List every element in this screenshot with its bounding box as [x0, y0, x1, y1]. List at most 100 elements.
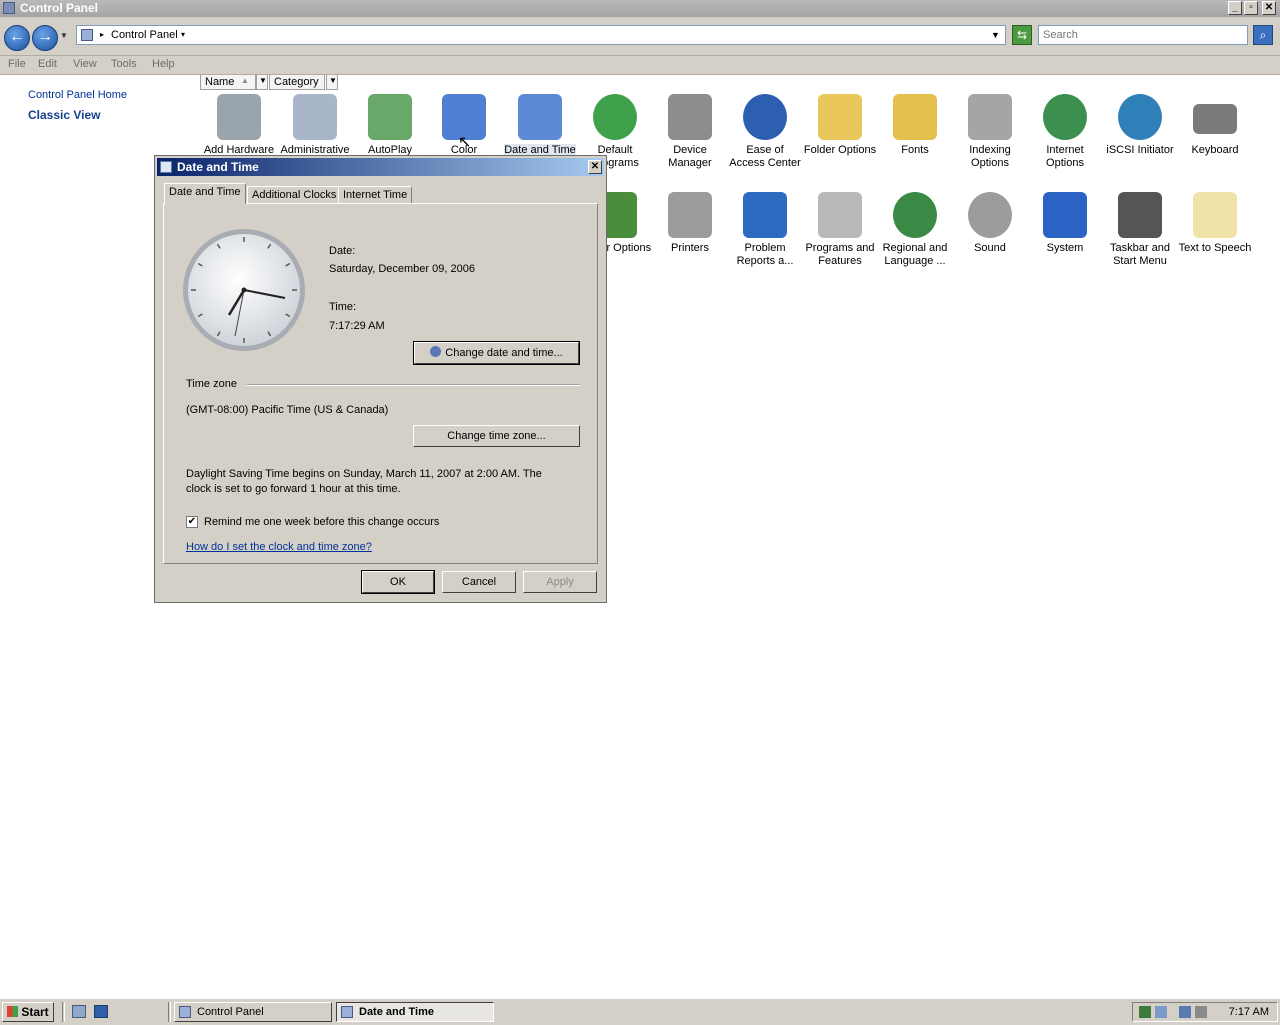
cp-item-keyboard[interactable]: Keyboard: [1178, 94, 1252, 157]
windows-logo-icon: [7, 1006, 19, 1017]
apply-button[interactable]: Apply: [523, 571, 597, 593]
volume-muted-icon[interactable]: [1195, 1006, 1207, 1018]
start-button[interactable]: Start: [2, 1002, 54, 1022]
menu-help[interactable]: Help: [152, 58, 175, 70]
cp-item-sound[interactable]: Sound: [953, 192, 1027, 255]
cp-item-iscsi-initiator[interactable]: iSCSI Initiator: [1103, 94, 1177, 157]
menu-edit[interactable]: Edit: [38, 58, 57, 70]
cp-item-indexing-options[interactable]: Indexing Options: [953, 94, 1027, 170]
dialog-title: Date and Time: [177, 160, 259, 174]
navigation-bar: ← → ▼ ▸ Control Panel ▾ ▼ ⇆ ⌕: [0, 17, 1280, 56]
column-name-label: Name: [205, 76, 235, 88]
change-date-time-label: Change date and time...: [445, 347, 563, 359]
cp-item-printers[interactable]: Printers: [653, 192, 727, 255]
indexing-options-icon: [968, 94, 1012, 140]
cp-item-text-to-speech[interactable]: Text to Speech: [1178, 192, 1252, 255]
restore-button[interactable]: ▫: [1244, 1, 1258, 15]
cp-item-label: System: [1046, 242, 1084, 254]
menu-tools[interactable]: Tools: [111, 58, 137, 70]
security-icon[interactable]: [1139, 1006, 1151, 1018]
address-bar[interactable]: ▸ Control Panel ▾ ▼: [76, 25, 1006, 45]
timezone-value: (GMT-08:00) Pacific Time (US & Canada): [186, 404, 389, 416]
breadcrumb-dropdown-icon[interactable]: ▾: [181, 30, 185, 39]
recent-pages-dropdown-icon[interactable]: ▼: [60, 31, 68, 40]
cp-item-label: Keyboard: [1191, 144, 1239, 156]
cp-item-fonts[interactable]: Fonts: [878, 94, 952, 157]
taskbar-button-control-panel[interactable]: Control Panel: [174, 1002, 332, 1022]
search-icon[interactable]: ⌕: [1253, 25, 1273, 45]
keyboard-icon: [1193, 104, 1237, 134]
cp-item-device-manager[interactable]: Device Manager: [653, 94, 727, 170]
forward-button[interactable]: →: [32, 25, 58, 51]
address-dropdown-icon[interactable]: ▼: [991, 30, 1000, 40]
close-button[interactable]: ✕: [1262, 1, 1276, 15]
change-date-time-button[interactable]: Change date and time...: [413, 341, 580, 365]
dialog-close-button[interactable]: ✕: [588, 160, 602, 174]
internet-options-icon: [1043, 94, 1087, 140]
update-icon[interactable]: [1155, 1006, 1167, 1018]
cp-item-problem-reports[interactable]: Problem Reports a...: [728, 192, 802, 268]
cp-item-label: Regional and Language ...: [882, 242, 948, 267]
search-input[interactable]: [1038, 25, 1248, 45]
tab-date-and-time[interactable]: Date and Time: [164, 183, 246, 204]
breadcrumb-chevron-icon[interactable]: ▸: [100, 30, 104, 39]
cp-item-label: iSCSI Initiator: [1106, 144, 1174, 156]
refresh-icon[interactable]: ⇆: [1012, 25, 1032, 45]
minimize-button[interactable]: _: [1228, 1, 1242, 15]
remind-checkbox[interactable]: ✔: [186, 516, 198, 528]
cp-item-date-and-time[interactable]: Date and Time: [503, 94, 577, 157]
cp-item-label: Printers: [671, 242, 709, 254]
cp-item-folder-options[interactable]: Folder Options: [803, 94, 877, 157]
menu-file[interactable]: File: [8, 58, 26, 70]
taskbar: Start Control Panel Date and Time 7:17 A…: [0, 998, 1280, 1025]
dst-info-line2: clock is set to go forward 1 hour at thi…: [186, 483, 401, 495]
cp-item-add-hardware[interactable]: Add Hardware: [202, 94, 276, 157]
problem-reports-icon: [743, 192, 787, 238]
category-filter-dropdown-icon[interactable]: ▼: [326, 75, 338, 90]
cp-item-label: Problem Reports a...: [736, 242, 794, 267]
column-header-category[interactable]: Category: [269, 75, 325, 90]
dialog-title-bar[interactable]: Date and Time ✕: [157, 158, 604, 176]
date-time-icon: [518, 94, 562, 140]
cp-item-taskbar-start-menu[interactable]: Taskbar and Start Menu: [1103, 192, 1177, 268]
cancel-button[interactable]: Cancel: [442, 571, 516, 593]
date-time-dialog: Date and Time ✕ Date and Time Additional…: [154, 155, 607, 603]
show-desktop-icon[interactable]: [94, 1005, 108, 1018]
administrative-tools-icon: [293, 94, 337, 140]
taskbar-clock[interactable]: 7:17 AM: [1229, 1006, 1269, 1018]
network-icon[interactable]: [1179, 1006, 1191, 1018]
cp-item-system[interactable]: System: [1028, 192, 1102, 255]
breadcrumb[interactable]: Control Panel: [111, 29, 178, 41]
cp-item-administrative-tools[interactable]: Administrative: [278, 94, 352, 157]
help-link[interactable]: How do I set the clock and time zone?: [186, 541, 372, 553]
cp-item-internet-options[interactable]: Internet Options: [1028, 94, 1102, 170]
column-header-name[interactable]: Name ▲: [200, 75, 256, 90]
remind-label[interactable]: Remind me one week before this change oc…: [204, 516, 439, 528]
back-button[interactable]: ←: [4, 25, 30, 51]
system-tray: 7:17 AM: [1132, 1002, 1278, 1022]
control-panel-home-link[interactable]: Control Panel Home: [28, 89, 127, 101]
ok-button[interactable]: OK: [361, 570, 435, 594]
control-panel-icon: [179, 1006, 191, 1018]
change-timezone-button[interactable]: Change time zone...: [413, 425, 580, 447]
cp-item-regional-language[interactable]: Regional and Language ...: [878, 192, 952, 268]
taskbar-button-date-and-time[interactable]: Date and Time: [336, 1002, 494, 1022]
divider: [247, 384, 580, 386]
classic-view-label[interactable]: Classic View: [28, 108, 101, 122]
tab-panel: Date: Saturday, December 09, 2006 Time: …: [163, 203, 598, 564]
cp-item-programs-features[interactable]: Programs and Features: [803, 192, 877, 268]
divider: [168, 1002, 171, 1022]
cp-item-autoplay[interactable]: AutoPlay: [353, 94, 427, 157]
cp-item-label: Fonts: [901, 144, 929, 156]
tab-internet-time[interactable]: Internet Time: [338, 186, 413, 204]
name-filter-dropdown-icon[interactable]: ▼: [256, 75, 268, 90]
analog-clock: [183, 229, 305, 351]
cp-item-label: Internet Options: [1046, 144, 1084, 169]
menu-view[interactable]: View: [73, 58, 97, 70]
tab-additional-clocks[interactable]: Additional Clocks: [247, 186, 342, 204]
server-manager-icon[interactable]: [72, 1005, 86, 1018]
cp-item-ease-of-access[interactable]: Ease of Access Center: [728, 94, 802, 170]
mouse-cursor-icon: ↖: [458, 134, 472, 151]
window-title-bar[interactable]: Control Panel _ ▫ ✕: [0, 0, 1280, 17]
divider: [62, 1002, 65, 1022]
